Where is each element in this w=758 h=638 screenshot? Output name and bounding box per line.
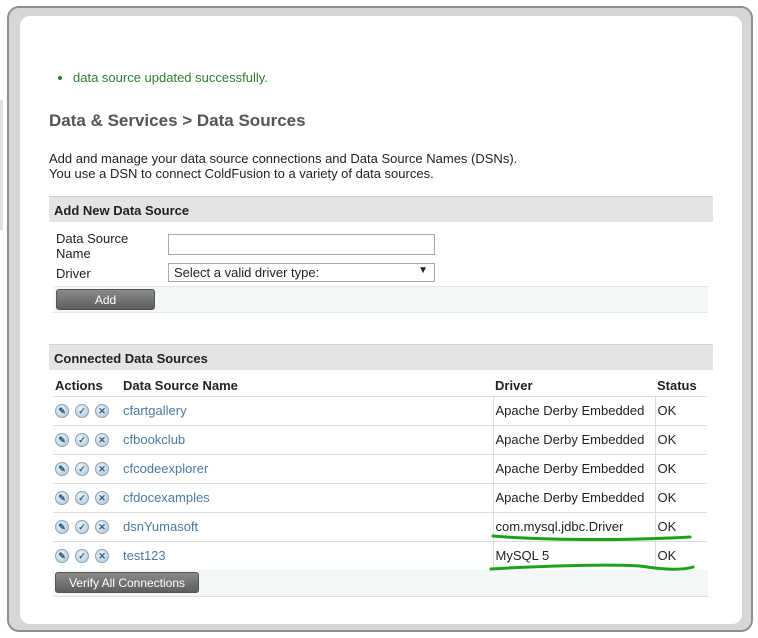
- data-source-link[interactable]: cfcodeexplorer: [121, 454, 493, 484]
- table-row: ✎ ✓ ✕ cfartgallery Apache Derby Embedded O…: [53, 396, 707, 426]
- data-source-link[interactable]: cfbookclub: [121, 425, 493, 455]
- row-actions: ✎ ✓ ✕: [53, 541, 121, 571]
- connected-section-header: Connected Data Sources: [49, 344, 713, 370]
- driver-select-value: Select a valid driver type:: [174, 265, 320, 280]
- add-section-header: Add New Data Source: [49, 196, 713, 222]
- intro-text: Add and manage your data source connecti…: [49, 151, 517, 181]
- x-icon[interactable]: ✕: [95, 433, 109, 448]
- name-label-line-2: Name: [56, 246, 91, 261]
- data-source-link[interactable]: cfdocexamples: [121, 483, 493, 513]
- name-label-line-1: Data Source: [56, 231, 129, 246]
- check-icon[interactable]: ✓: [75, 520, 89, 535]
- data-source-link[interactable]: cfartgallery: [121, 396, 493, 426]
- table-row: ✎ ✓ ✕ test123 MySQL 5 OK: [53, 541, 707, 571]
- pencil-icon[interactable]: ✎: [55, 491, 69, 506]
- col-driver: Driver: [493, 376, 655, 397]
- verify-all-connections-button[interactable]: Verify All Connections: [55, 572, 199, 593]
- verify-button-row: Verify All Connections: [53, 570, 708, 597]
- data-source-link[interactable]: dsnYumasoft: [121, 512, 493, 542]
- row-actions: ✎ ✓ ✕: [53, 396, 121, 426]
- pencil-icon[interactable]: ✎: [55, 520, 69, 535]
- pencil-icon[interactable]: ✎: [55, 549, 69, 564]
- data-sources-table: Actions Data Source Name Driver Status ✎…: [53, 376, 707, 571]
- chevron-down-icon: ▼: [418, 265, 428, 276]
- col-actions: Actions: [53, 376, 121, 397]
- success-message-list: data source updated successfully.: [53, 70, 268, 85]
- check-icon[interactable]: ✓: [75, 404, 89, 419]
- driver-cell: Apache Derby Embedded: [492, 396, 656, 426]
- driver-cell: MySQL 5: [492, 541, 656, 571]
- name-label: Data Source Name: [56, 231, 128, 261]
- table-row: ✎ ✓ ✕ cfcodeexplorer Apache Derby Embedded…: [53, 454, 707, 484]
- check-icon[interactable]: ✓: [75, 491, 89, 506]
- driver-cell: Apache Derby Embedded: [492, 454, 656, 484]
- x-icon[interactable]: ✕: [95, 549, 109, 564]
- intro-line-1: Add and manage your data source connecti…: [49, 151, 518, 166]
- intro-line-2: You use a DSN to connect ColdFusion to a…: [49, 166, 434, 181]
- page-title: Data & Services > Data Sources: [49, 111, 306, 130]
- row-actions: ✎ ✓ ✕: [53, 454, 121, 484]
- pencil-icon[interactable]: ✎: [55, 433, 69, 448]
- add-button-row: Add: [53, 286, 708, 313]
- table-row: ✎ ✓ ✕ cfdocexamples Apache Derby Embedded …: [53, 483, 707, 513]
- success-message: data source updated successfully.: [73, 70, 268, 85]
- table-row: ✎ ✓ ✕ dsnYumasoft com.mysql.jdbc.Driver OK: [53, 512, 707, 542]
- status-cell: OK: [655, 454, 707, 484]
- status-cell: OK: [655, 541, 707, 571]
- status-cell: OK: [655, 425, 707, 455]
- check-icon[interactable]: ✓: [75, 433, 89, 448]
- pencil-icon[interactable]: ✎: [55, 462, 69, 477]
- driver-cell: com.mysql.jdbc.Driver: [492, 512, 656, 542]
- x-icon[interactable]: ✕: [95, 520, 109, 535]
- x-icon[interactable]: ✕: [95, 462, 109, 477]
- table-header-row: Actions Data Source Name Driver Status: [53, 376, 707, 397]
- col-name: Data Source Name: [121, 376, 493, 397]
- x-icon[interactable]: ✕: [95, 491, 109, 506]
- data-source-name-input[interactable]: [168, 234, 435, 255]
- status-cell: OK: [655, 396, 707, 426]
- check-icon[interactable]: ✓: [75, 462, 89, 477]
- driver-cell: Apache Derby Embedded: [492, 425, 656, 455]
- data-source-link[interactable]: test123: [121, 541, 493, 571]
- x-icon[interactable]: ✕: [95, 404, 109, 419]
- driver-label: Driver: [56, 266, 91, 281]
- col-status: Status: [655, 376, 707, 397]
- row-actions: ✎ ✓ ✕: [53, 425, 121, 455]
- driver-cell: Apache Derby Embedded: [492, 483, 656, 513]
- left-edge: [0, 100, 3, 230]
- status-cell: OK: [655, 483, 707, 513]
- row-actions: ✎ ✓ ✕: [53, 512, 121, 542]
- pencil-icon[interactable]: ✎: [55, 404, 69, 419]
- add-button[interactable]: Add: [56, 289, 155, 310]
- table-row: ✎ ✓ ✕ cfbookclub Apache Derby Embedded OK: [53, 425, 707, 455]
- check-icon[interactable]: ✓: [75, 549, 89, 564]
- driver-select[interactable]: Select a valid driver type: ▼: [168, 263, 435, 282]
- status-cell: OK: [655, 512, 707, 542]
- row-actions: ✎ ✓ ✕: [53, 483, 121, 513]
